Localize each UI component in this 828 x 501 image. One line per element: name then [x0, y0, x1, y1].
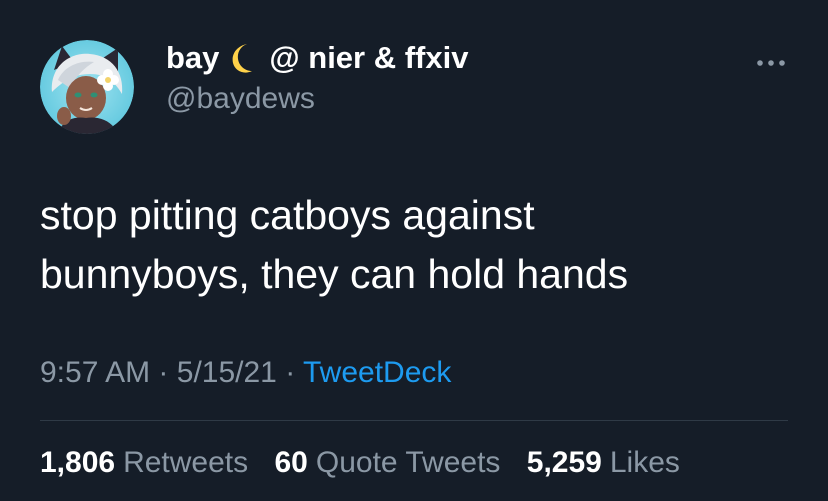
display-name-suffix[interactable]: @ nier & ffxiv: [269, 40, 468, 76]
likes-label: Likes: [609, 446, 680, 479]
display-name[interactable]: bay: [166, 40, 219, 76]
quote-tweets-stat[interactable]: 60 Quote Tweets: [274, 446, 500, 479]
retweets-label: Retweets: [123, 446, 249, 479]
more-options-icon[interactable]: [755, 55, 787, 66]
meta-separator: ·: [285, 356, 296, 389]
tweet-stats: 1,806 Retweets 60 Quote Tweets 5,259 Likes: [40, 446, 698, 480]
likes-count: 5,259: [526, 446, 602, 479]
user-handle[interactable]: @baydews: [166, 82, 315, 116]
tweet-text-line-1: stop pitting catboys against: [40, 192, 535, 238]
crescent-moon-icon: [227, 42, 257, 74]
tweet-card: bay @ nier & ffxiv @baydews stop pitting…: [0, 0, 828, 501]
retweets-count: 1,806: [40, 446, 116, 479]
quote-tweets-count: 60: [274, 446, 308, 479]
display-name-row[interactable]: bay @ nier & ffxiv: [166, 40, 468, 76]
meta-separator: ·: [158, 356, 169, 389]
avatar[interactable]: [40, 40, 134, 134]
tweet-date[interactable]: 5/15/21: [177, 356, 277, 389]
tweet-time[interactable]: 9:57 AM: [40, 356, 150, 389]
quote-tweets-label: Quote Tweets: [315, 446, 501, 479]
tweet-text: stop pitting catboys against bunnyboys, …: [40, 186, 800, 304]
likes-stat[interactable]: 5,259 Likes: [527, 446, 680, 479]
avatar-image: [40, 40, 134, 134]
retweets-stat[interactable]: 1,806 Retweets: [40, 446, 248, 479]
tweet-source-link[interactable]: TweetDeck: [303, 356, 451, 389]
tweet-meta: 9:57 AM · 5/15/21 · TweetDeck: [40, 356, 451, 390]
divider: [40, 420, 788, 421]
tweet-text-line-2: bunnyboys, they can hold hands: [40, 251, 629, 297]
